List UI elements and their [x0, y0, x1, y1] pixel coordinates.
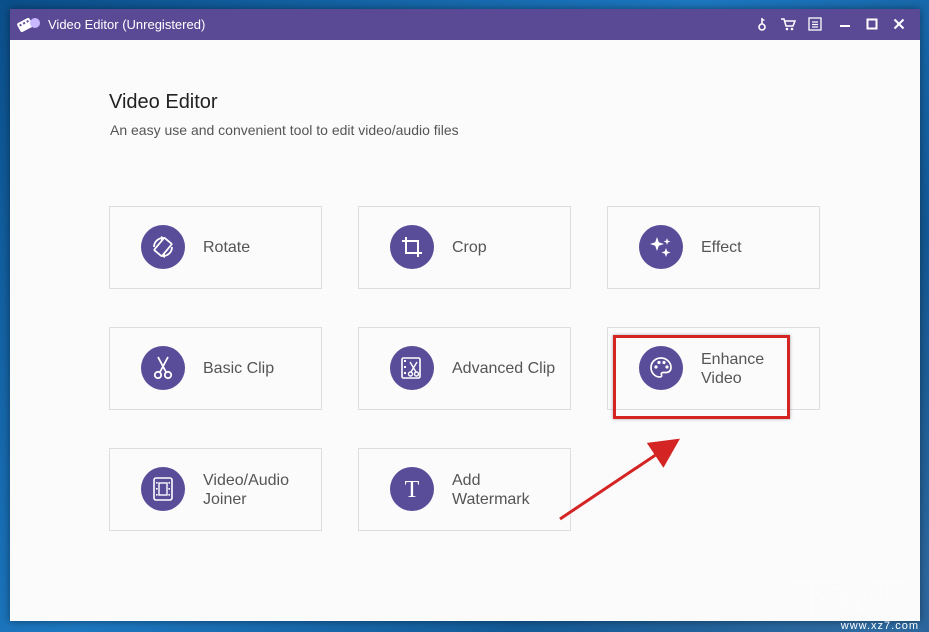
- joiner-icon: [141, 467, 185, 511]
- film-scissors-icon: [390, 346, 434, 390]
- title-bar: Video Editor (Unregistered): [10, 9, 920, 40]
- watermark-text: www.xz7.com: [840, 620, 919, 632]
- tool-enhance-video[interactable]: Enhance Video: [607, 327, 820, 410]
- page-subtitle: An easy use and convenient tool to edit …: [110, 122, 459, 138]
- page-title: Video Editor: [109, 91, 218, 113]
- close-icon: [893, 18, 905, 30]
- tool-label: Advanced Clip: [452, 360, 556, 377]
- tool-label: Effect: [701, 239, 742, 256]
- close-button[interactable]: [890, 15, 908, 33]
- crop-icon: [390, 225, 434, 269]
- tool-label: Basic Clip: [203, 360, 275, 377]
- cart-icon[interactable]: [779, 15, 797, 33]
- rotate-icon: [141, 225, 185, 269]
- key-icon[interactable]: [753, 15, 771, 33]
- tool-add-watermark[interactable]: T Add Watermark: [358, 448, 571, 531]
- minimize-button[interactable]: [836, 15, 854, 33]
- text-t-icon: T: [390, 467, 434, 511]
- tool-label: Enhance Video: [701, 350, 765, 387]
- tool-advanced-clip[interactable]: Advanced Clip: [358, 327, 571, 410]
- tool-effect[interactable]: Effect: [607, 206, 820, 289]
- tool-label: Video/Audio Joiner: [203, 471, 289, 508]
- minimize-icon: [840, 25, 850, 27]
- tool-label: Add Watermark: [452, 471, 530, 508]
- sparkle-icon: [639, 225, 683, 269]
- maximize-icon: [866, 18, 878, 30]
- tool-label: Crop: [452, 239, 487, 256]
- tool-crop[interactable]: Crop: [358, 206, 571, 289]
- tool-video-audio-joiner[interactable]: Video/Audio Joiner: [109, 448, 322, 531]
- tool-label: Rotate: [203, 239, 251, 256]
- palette-icon: [639, 346, 683, 390]
- menu-icon[interactable]: [806, 15, 824, 33]
- tool-rotate[interactable]: Rotate: [109, 206, 322, 289]
- app-window: Video Editor (Unregistered) Video Editor…: [10, 9, 920, 621]
- svg-text:T: T: [405, 477, 420, 502]
- window-title: Video Editor (Unregistered): [48, 17, 206, 32]
- svg-text:下载吧: 下载吧: [793, 575, 907, 619]
- maximize-button[interactable]: [863, 15, 881, 33]
- app-logo-icon: [17, 18, 40, 32]
- tool-basic-clip[interactable]: Basic Clip: [109, 327, 322, 410]
- scissors-icon: [141, 346, 185, 390]
